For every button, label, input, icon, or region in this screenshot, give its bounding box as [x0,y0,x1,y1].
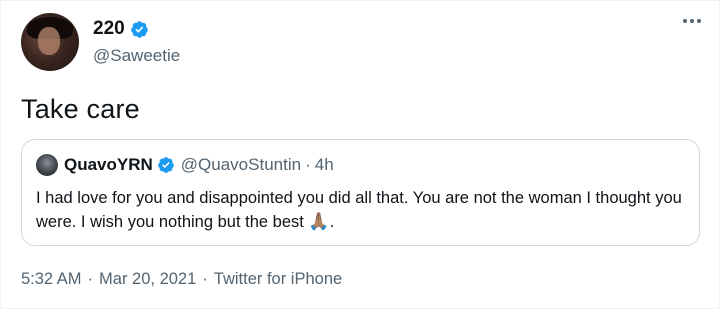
quoted-text: I had love for you and disappointed you … [36,189,682,231]
meta-separator: · [202,270,208,288]
author-avatar[interactable] [21,13,79,71]
tweet-time[interactable]: 5:32 AM [21,270,82,289]
quoted-tweet-text: I had love for you and disappointed you … [36,186,686,234]
tweet-text: Take care [21,94,140,124]
more-options-icon[interactable] [683,19,701,23]
author-handle[interactable]: @Saweetie [93,46,180,66]
quoted-author-handle[interactable]: @QuavoStuntin [181,155,301,175]
tweet-card: 220 @Saweetie Take care QuavoYRN @QuavoS… [0,0,720,309]
tweet-metadata: 5:32 AM · Mar 20, 2021 · Twitter for iPh… [21,270,342,289]
more-dot [690,19,694,23]
avatar-face-shape [38,27,60,55]
quoted-author-avatar[interactable] [36,154,58,176]
quoted-author-name[interactable]: QuavoYRN [64,155,153,175]
more-dot [697,19,701,23]
quoted-tweet[interactable]: QuavoYRN @QuavoStuntin · 4h I had love f… [21,139,700,246]
verified-badge-icon [157,157,174,173]
quoted-timestamp[interactable]: 4h [315,155,334,175]
more-dot [683,19,687,23]
meta-separator: · [87,270,94,288]
folded-hands-emoji-icon: 🙏🏽 [308,212,330,231]
author-display-name[interactable]: 220 [93,18,125,40]
quoted-tweet-header: QuavoYRN @QuavoStuntin · 4h [36,154,334,176]
quoted-text-end: . [329,213,335,231]
tweet-date[interactable]: Mar 20, 2021 [99,270,196,289]
verified-badge-icon [130,20,148,38]
tweet-source[interactable]: Twitter for iPhone [214,270,342,289]
quoted-separator: · [305,155,311,174]
author-name-row[interactable]: 220 [93,18,149,40]
